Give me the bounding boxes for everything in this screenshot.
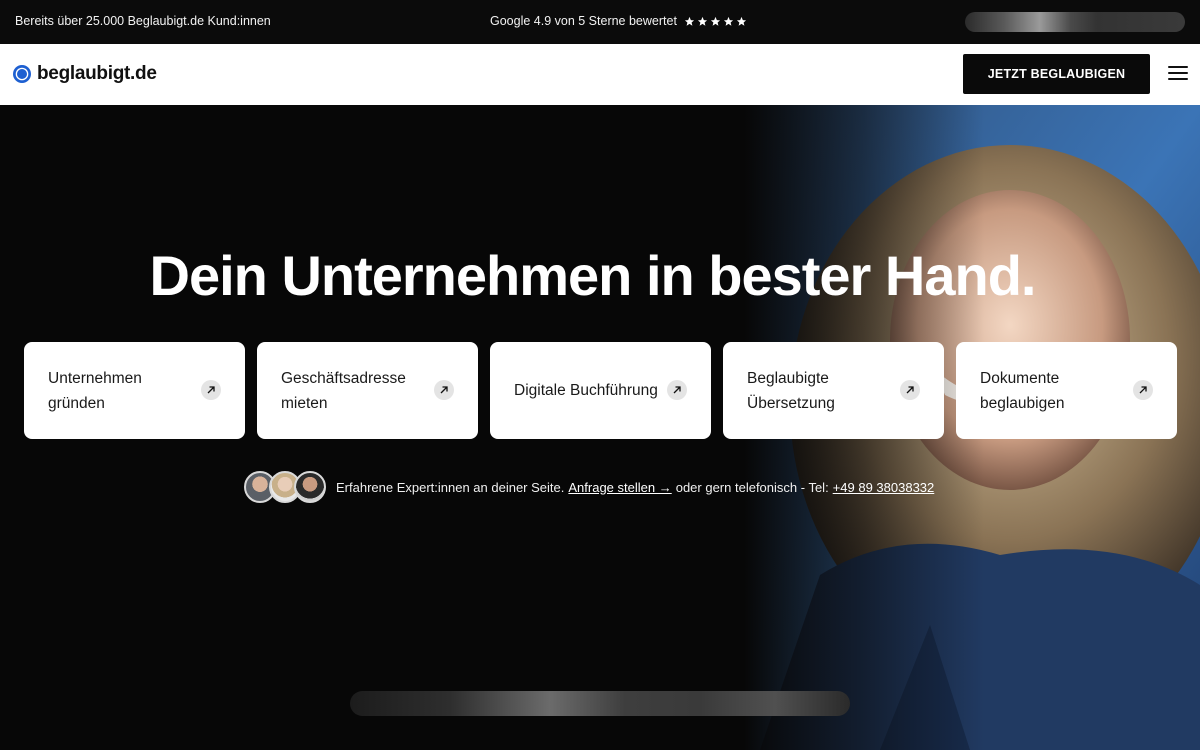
star-icon (684, 16, 695, 26)
arrow-up-right-icon (900, 380, 920, 400)
service-card-label-line1: Beglaubigte (747, 370, 829, 387)
arrow-up-right-icon (434, 380, 454, 400)
logo[interactable]: beglaubigt.de (12, 63, 157, 85)
site-header: beglaubigt.de JETZT BEGLAUBIGEN (0, 44, 1200, 105)
avatar (294, 471, 326, 503)
expert-avatars (244, 471, 326, 503)
service-card-label: Unternehmen gründen (48, 366, 198, 416)
service-card-dokumente[interactable]: Dokumente beglaubigen (956, 342, 1177, 439)
service-card-buchfuehrung[interactable]: Digitale Buchführung (490, 342, 711, 439)
star-icon (736, 16, 747, 26)
service-card-label: Beglaubigte Übersetzung (747, 366, 897, 416)
phone-link[interactable]: +49 89 38038332 (833, 480, 935, 495)
experts-row: Erfahrene Expert:innen an deiner Seite. … (244, 471, 934, 503)
service-card-label: Geschäftsadresse mieten (281, 366, 431, 416)
service-card-label-line1: Geschäftsadresse (281, 370, 406, 387)
service-card-geschaeftsadresse[interactable]: Geschäftsadresse mieten (257, 342, 478, 439)
hero-headline: Dein Unternehmen in bester Hand. (149, 244, 1037, 307)
loading-placeholder-pill (965, 12, 1185, 32)
service-card-label: Digitale Buchführung (514, 382, 658, 399)
service-card-label-line1: Unternehmen (48, 370, 142, 387)
logo-text: beglaubigt.de (37, 63, 157, 84)
star-icon (710, 16, 721, 26)
service-card-label: Dokumente beglaubigen (980, 366, 1130, 416)
phone-prefix: oder gern telefonisch - Tel: (675, 479, 829, 495)
google-rating-text: Google 4.9 von 5 Sterne bewertet (490, 14, 677, 28)
request-link[interactable]: Anfrage stellen → (568, 480, 671, 495)
announcement-bar: Bereits über 25.000 Beglaubigt.de Kund:i… (0, 0, 1200, 44)
rating-stars (684, 16, 747, 27)
star-icon (723, 16, 734, 26)
experts-text: Erfahrene Expert:innen an deiner Seite. … (336, 480, 934, 495)
arrow-up-right-icon (667, 380, 687, 400)
service-cards: Unternehmen gründen Geschäftsadresse mie… (24, 342, 1177, 439)
arrow-up-right-icon (201, 380, 221, 400)
service-card-uebersetzung[interactable]: Beglaubigte Übersetzung (723, 342, 944, 439)
experts-intro: Erfahrene Expert:innen an deiner Seite. (336, 479, 565, 495)
arrow-up-right-icon (1133, 380, 1153, 400)
service-card-label-line2: Übersetzung (747, 395, 835, 412)
service-card-unternehmen-gruenden[interactable]: Unternehmen gründen (24, 342, 245, 439)
cta-button[interactable]: JETZT BEGLAUBIGEN (963, 54, 1150, 94)
google-rating: Google 4.9 von 5 Sterne bewertet (490, 14, 747, 28)
hamburger-menu-icon[interactable] (1168, 66, 1188, 82)
logo-icon (13, 65, 31, 83)
service-card-label-line2: beglaubigen (980, 395, 1065, 412)
customers-count-text: Bereits über 25.000 Beglaubigt.de Kund:i… (15, 14, 271, 28)
hero-section: Dein Unternehmen in bester Hand. Unterne… (0, 105, 1200, 750)
service-card-label-line2: mieten (281, 395, 328, 412)
service-card-label-line2: gründen (48, 395, 105, 412)
service-card-label-line1: Dokumente (980, 370, 1060, 387)
star-icon (697, 16, 708, 26)
loading-placeholder-bar (350, 691, 850, 716)
